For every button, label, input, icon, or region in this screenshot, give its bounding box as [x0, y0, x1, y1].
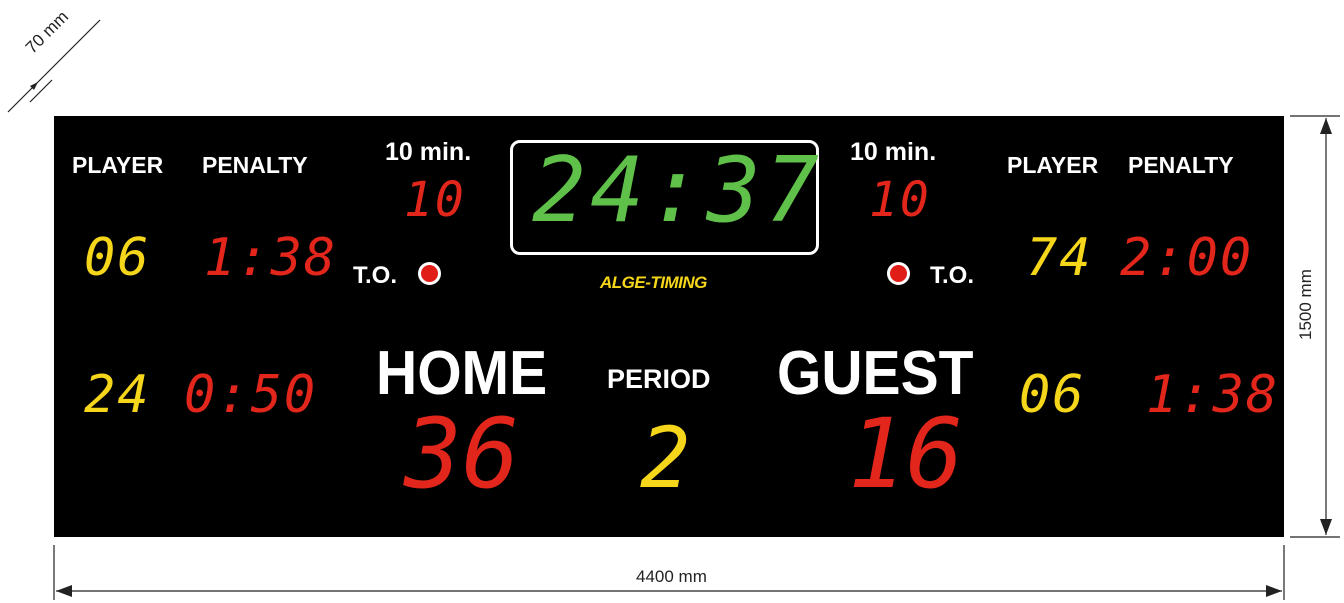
height-arrow-top [1320, 118, 1332, 134]
guest-penalty-2-time: 1:38 [1146, 365, 1280, 425]
home-ten-min-label: 10 min. [385, 138, 472, 166]
width-arrow-right [1266, 585, 1282, 597]
guest-penalty-header: PENALTY [1128, 152, 1234, 178]
height-arrow-bottom [1320, 519, 1332, 535]
home-penalty-header: PENALTY [202, 152, 308, 178]
home-penalty-1-player: 06 [84, 228, 151, 288]
home-penalty-1-time: 1:38 [204, 228, 338, 288]
home-score: 36 [404, 398, 520, 510]
home-penalty-2-player: 24 [84, 365, 151, 425]
height-label: 1500 mm [1296, 269, 1315, 340]
width-label: 4400 mm [636, 567, 707, 586]
period-label: PERIOD [607, 364, 711, 394]
home-timeout-lamp [418, 262, 441, 285]
home-penalty-2-time: 0:50 [184, 365, 318, 425]
guest-timeout-lamp [887, 262, 910, 285]
scoreboard: PLAYER PENALTY 06 1:38 24 0:50 10 min. 1… [54, 116, 1284, 537]
depth-line-b [29, 79, 53, 103]
brand-logo: ALGE-TIMING [600, 273, 707, 292]
depth-arrow-b [26, 94, 34, 102]
home-player-header: PLAYER [72, 152, 164, 178]
guest-ten-min-label: 10 min. [850, 138, 937, 166]
guest-score: 16 [848, 398, 964, 510]
guest-ten-min-value: 10 [869, 172, 931, 228]
width-arrow-left [56, 585, 72, 597]
guest-player-header: PLAYER [1007, 152, 1099, 178]
guest-penalty-2-player: 06 [1019, 365, 1086, 425]
home-ten-min-value: 10 [404, 172, 466, 228]
guest-penalty-1-time: 2:00 [1120, 228, 1254, 288]
game-clock: 24:37 [532, 138, 823, 243]
period-value: 2 [640, 409, 693, 507]
guest-penalty-1-player: 74 [1026, 228, 1093, 288]
home-timeout-label: T.O. [353, 262, 398, 289]
guest-timeout-label: T.O. [930, 262, 975, 289]
